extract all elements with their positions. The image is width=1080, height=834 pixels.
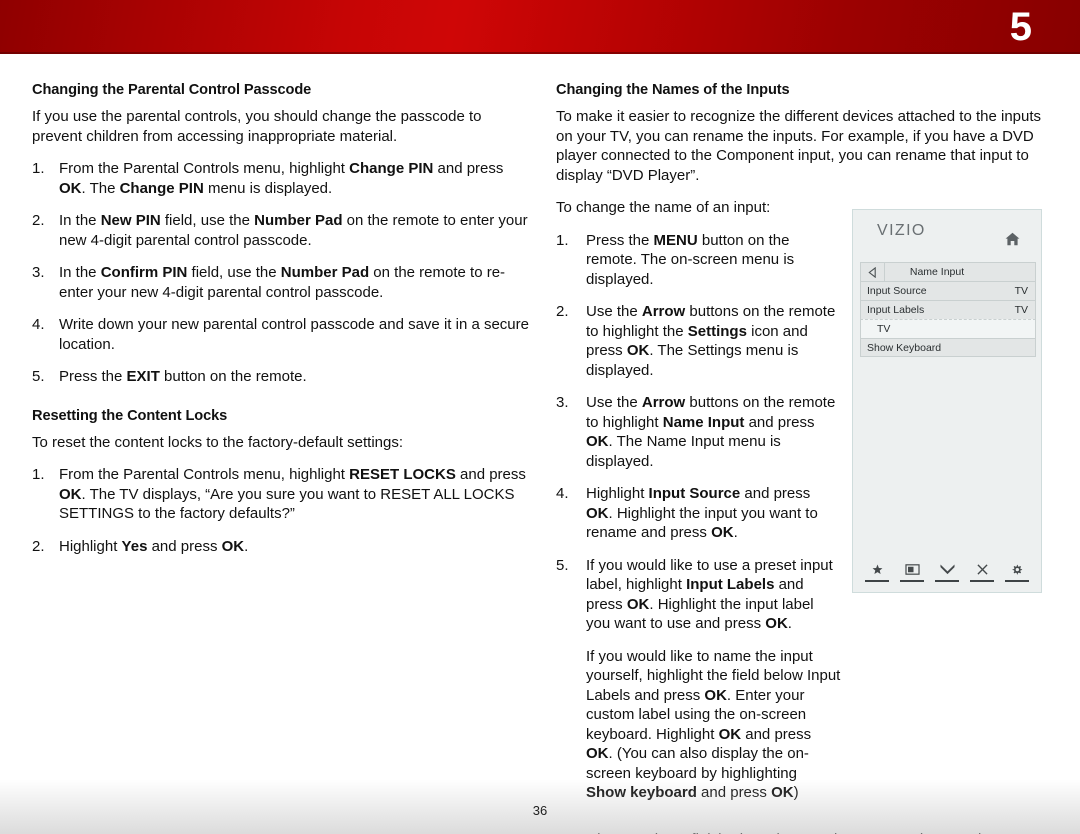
chapter-number: 5 bbox=[1009, 5, 1032, 49]
chapter-header-band: 5 bbox=[0, 0, 1080, 54]
list-item: 1. From the Parental Controls menu, highl… bbox=[32, 465, 532, 524]
tv-menu-title-label: Name Input bbox=[909, 266, 965, 278]
left-column: Changing the Parental Control Passcode I… bbox=[32, 82, 532, 569]
list-item-number: 3. bbox=[556, 394, 569, 411]
list-item-text: Use the Arrow buttons on the remote to h… bbox=[586, 303, 836, 379]
picture-in-picture-icon[interactable] bbox=[899, 561, 925, 582]
list-item-number: 1. bbox=[556, 231, 569, 249]
tv-menu-brand-row: VIZIO bbox=[860, 218, 1034, 262]
tv-menu-row-label: Show Keyboard bbox=[867, 341, 942, 354]
close-x-icon[interactable] bbox=[969, 561, 995, 582]
star-icon[interactable] bbox=[864, 561, 890, 582]
list-item-number: 4. bbox=[556, 485, 569, 502]
list-item-number: 1. bbox=[32, 466, 45, 483]
section-title-input-names: Changing the Names of the Inputs bbox=[556, 82, 790, 98]
tv-menu-row-value: TV bbox=[1014, 285, 1028, 297]
tv-menu-row-value: TV bbox=[1014, 304, 1028, 316]
tv-menu-title-row: Name Input bbox=[860, 262, 1036, 281]
tv-menu-list: Name Input Input Source TV Input Labels … bbox=[860, 262, 1036, 357]
tv-menu-row-label: TV bbox=[877, 323, 891, 335]
list-item-number: 5. bbox=[556, 556, 569, 574]
list-item-number: 3. bbox=[32, 264, 45, 281]
list-item-number: 2. bbox=[556, 303, 569, 320]
list-item-text: Use the Arrow buttons on the remote to h… bbox=[586, 394, 836, 470]
steps-input-names-full: 6. When you have finished naming your inp… bbox=[556, 830, 1048, 834]
list-item-text: When you have finished naming your input… bbox=[583, 831, 1041, 834]
section-title-content-locks: Resetting the Content Locks bbox=[32, 407, 228, 424]
list-item: 2. Highlight Yes and press OK. bbox=[32, 537, 532, 557]
step5-continuation-paragraph: If you would like to name the input your… bbox=[586, 647, 841, 802]
chevron-down-icon[interactable] bbox=[934, 561, 960, 582]
list-item: 1. Press the MENU button on the remote. T… bbox=[556, 231, 841, 290]
list-item-number: 1. bbox=[32, 160, 45, 177]
list-item-number: 2. bbox=[32, 212, 45, 229]
list-item-text: In the Confirm PIN field, use the Number… bbox=[59, 264, 506, 301]
list-item: 4. Write down your new parental control p… bbox=[32, 315, 532, 354]
list-item: 2. Use the Arrow buttons on the remote to… bbox=[556, 302, 841, 380]
list-item-text: From the Parental Controls menu, highlig… bbox=[59, 160, 504, 197]
list-item-text: Press the EXIT button on the remote. bbox=[59, 368, 307, 385]
tv-menu-row-label: Input Source bbox=[867, 285, 927, 297]
list-item-number: 5. bbox=[32, 368, 45, 385]
steps-input-names-narrow: 1. Press the MENU button on the remote. T… bbox=[556, 231, 841, 634]
tv-menu-row-custom-label-field[interactable]: TV bbox=[860, 319, 1036, 338]
list-item-text: Press the MENU button on the remote. The… bbox=[586, 231, 795, 288]
list-item: 4. Highlight Input Source and press OK. H… bbox=[556, 484, 841, 543]
list-item: 5. Press the EXIT button on the remote. bbox=[32, 367, 532, 387]
section-intro-parental-passcode: If you use the parental controls, you sh… bbox=[32, 108, 482, 145]
list-item-text: From the Parental Controls menu, highlig… bbox=[59, 466, 526, 522]
list-item: 1. From the Parental Controls menu, highl… bbox=[32, 159, 532, 198]
tv-menu-row-input-source[interactable]: Input Source TV bbox=[860, 281, 1036, 300]
tv-menu-row-input-labels[interactable]: Input Labels TV bbox=[860, 300, 1036, 319]
back-arrow-icon[interactable] bbox=[861, 263, 885, 281]
tv-menu-row-show-keyboard[interactable]: Show Keyboard bbox=[860, 338, 1036, 357]
list-item: 6. When you have finished naming your inp… bbox=[556, 830, 1048, 834]
list-item-number: 6. bbox=[556, 830, 578, 834]
list-item: 3. Use the Arrow buttons on the remote to… bbox=[556, 393, 841, 471]
tv-onscreen-menu-screenshot: VIZIO Name Input Input Source TV Input L… bbox=[852, 209, 1042, 593]
tv-menu-bottom-toolbar bbox=[860, 560, 1034, 582]
tv-menu-row-label: Input Labels bbox=[867, 304, 925, 316]
list-item-number: 2. bbox=[32, 537, 45, 555]
list-item-text: Write down your new parental control pas… bbox=[59, 316, 529, 353]
home-icon[interactable] bbox=[1005, 232, 1020, 246]
page-number: 36 bbox=[532, 803, 548, 818]
steps-parental-passcode: 1. From the Parental Controls menu, highl… bbox=[32, 159, 532, 387]
gear-icon[interactable] bbox=[1004, 561, 1030, 582]
section-intro-content-locks: To reset the content locks to the factor… bbox=[32, 433, 404, 451]
list-item: 5. If you would like to use a preset inpu… bbox=[556, 556, 841, 634]
list-item: 3. In the Confirm PIN field, use the Numb… bbox=[32, 263, 532, 302]
list-item-number: 4. bbox=[32, 316, 45, 333]
section-title-parental-passcode: Changing the Parental Control Passcode bbox=[32, 82, 312, 98]
steps-content-locks: 1. From the Parental Controls menu, highl… bbox=[32, 465, 532, 556]
list-item-text: Highlight Yes and press OK. bbox=[59, 537, 249, 555]
list-item-text: If you would like to use a preset input … bbox=[586, 556, 833, 633]
list-item: 2. In the New PIN field, use the Number P… bbox=[32, 211, 532, 250]
page-body: Changing the Parental Control Passcode I… bbox=[0, 54, 1080, 834]
section-intro-input-names: To make it easier to recognize the diffe… bbox=[556, 108, 1042, 184]
vizio-logo: VIZIO bbox=[877, 222, 926, 239]
list-item-text: In the New PIN field, use the Number Pad… bbox=[59, 212, 528, 249]
list-item-text: Highlight Input Source and press OK. Hig… bbox=[586, 485, 818, 541]
